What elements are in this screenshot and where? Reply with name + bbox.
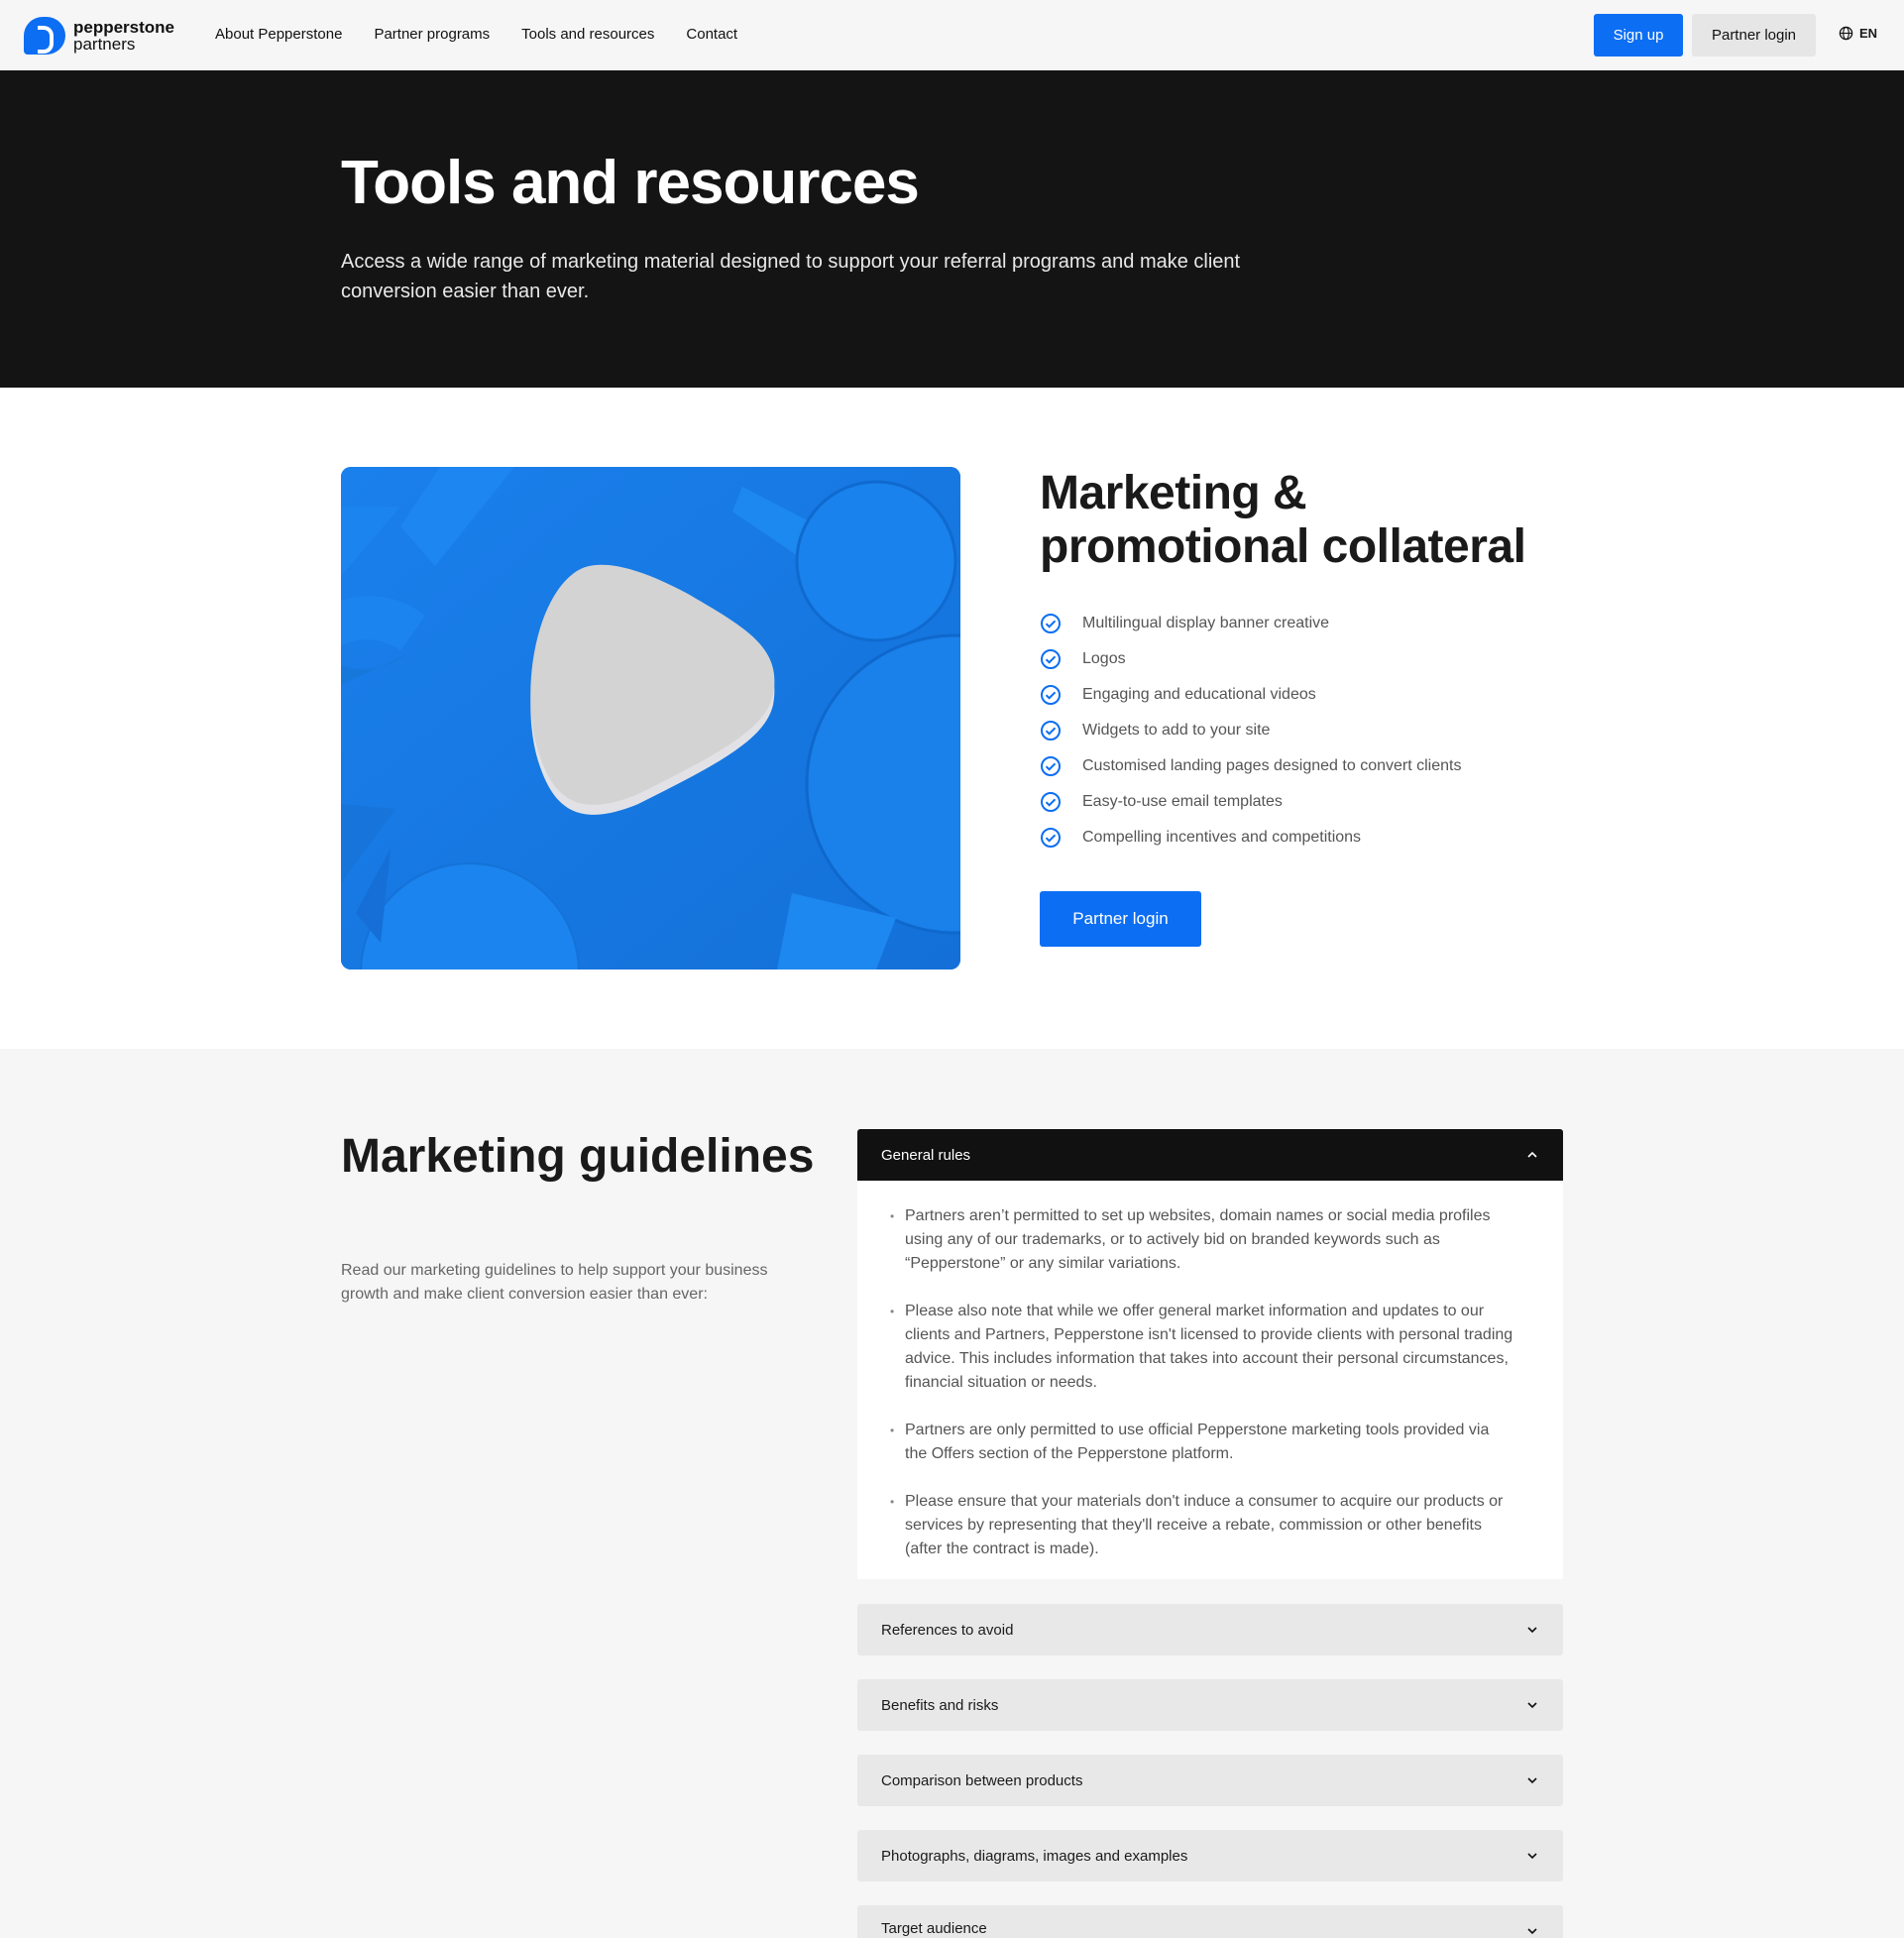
check-circle-icon xyxy=(1041,828,1061,848)
accordion-general-rules-header[interactable]: General rules xyxy=(857,1129,1563,1181)
header-partner-login-button[interactable]: Partner login xyxy=(1692,14,1816,57)
nav-about[interactable]: About Pepperstone xyxy=(215,26,342,43)
hero-description: Access a wide range of marketing materia… xyxy=(341,251,1241,302)
hero-section: Tools and resources Access a wide range … xyxy=(0,70,1904,388)
nav-contact[interactable]: Contact xyxy=(686,26,737,43)
chevron-up-icon xyxy=(1527,1151,1537,1158)
accordion-photographs-diagrams[interactable]: Photographs, diagrams, images and exampl… xyxy=(857,1830,1563,1881)
play-shape-illustration xyxy=(341,467,960,969)
chevron-down-icon xyxy=(1527,1627,1537,1634)
check-circle-icon xyxy=(1041,792,1061,812)
main-nav: About Pepperstone Partner programs Tools… xyxy=(215,26,737,43)
accordion-title: Comparison between products xyxy=(881,1771,1083,1789)
list-item: Widgets to add to your site xyxy=(1040,713,1461,748)
check-circle-icon xyxy=(1041,649,1061,669)
collateral-feature-list: Multilingual display banner creative Log… xyxy=(1040,606,1461,855)
list-item-label: Customised landing pages designed to con… xyxy=(1082,757,1462,774)
list-item: Easy-to-use email templates xyxy=(1040,784,1461,820)
language-selector[interactable]: EN xyxy=(1839,26,1877,41)
accordion-comparison-between-products[interactable]: Comparison between products xyxy=(857,1755,1563,1806)
site-header: pepperstone partners About Pepperstone P… xyxy=(0,0,1904,70)
logo-line2: partners xyxy=(73,35,136,54)
nav-partner-programs[interactable]: Partner programs xyxy=(374,26,490,43)
list-item: Engaging and educational videos xyxy=(1040,677,1461,713)
list-item-label: Easy-to-use email templates xyxy=(1082,793,1283,810)
check-circle-icon xyxy=(1041,721,1061,741)
list-item-label: Widgets to add to your site xyxy=(1082,722,1271,739)
signup-button[interactable]: Sign up xyxy=(1594,14,1683,57)
collateral-image xyxy=(341,467,960,969)
rule-item: Please also note that while we offer gen… xyxy=(890,1300,1515,1395)
guidelines-description: Read our marketing guidelines to help su… xyxy=(341,1262,768,1303)
pepperstone-logo[interactable]: pepperstone partners xyxy=(24,16,182,56)
list-item: Logos xyxy=(1040,641,1461,677)
chevron-down-icon xyxy=(1527,1853,1537,1860)
list-item: Compelling incentives and competitions xyxy=(1040,820,1461,855)
accordion-title: General rules xyxy=(881,1146,971,1164)
globe-icon xyxy=(1839,26,1853,41)
accordion-target-audience[interactable]: Target audience xyxy=(857,1905,1563,1938)
guidelines-title: Marketing guidelines xyxy=(341,1130,815,1183)
rule-item: Partners aren’t permitted to set up webs… xyxy=(890,1204,1515,1276)
list-item-label: Multilingual display banner creative xyxy=(1082,615,1330,631)
accordion-title: Photographs, diagrams, images and exampl… xyxy=(881,1847,1188,1865)
partner-login-button[interactable]: Partner login xyxy=(1040,891,1201,947)
accordion-title: References to avoid xyxy=(881,1621,1014,1639)
page-title: Tools and resources xyxy=(341,149,920,217)
collateral-section: Marketing & promotional collateral Multi… xyxy=(0,388,1904,1049)
rule-item: Please ensure that your materials don't … xyxy=(890,1490,1515,1561)
list-item-label: Compelling incentives and competitions xyxy=(1082,829,1362,846)
language-label: EN xyxy=(1859,26,1878,41)
rule-item: Partners are only permitted to use offic… xyxy=(890,1419,1515,1466)
accordion-benefits-and-risks[interactable]: Benefits and risks xyxy=(857,1679,1563,1731)
list-item-label: Logos xyxy=(1082,650,1126,667)
logo-line1: pepperstone xyxy=(73,18,175,37)
check-circle-icon xyxy=(1041,756,1061,776)
accordion-title: Benefits and risks xyxy=(881,1696,999,1714)
collateral-title: Marketing & promotional collateral xyxy=(1040,467,1526,573)
nav-tools-resources[interactable]: Tools and resources xyxy=(521,26,654,43)
list-item: Multilingual display banner creative xyxy=(1040,606,1461,641)
accordion-general-rules-body: Partners aren’t permitted to set up webs… xyxy=(857,1181,1563,1579)
logo-mark-icon xyxy=(24,17,65,55)
chevron-down-icon xyxy=(1527,1702,1537,1709)
chevron-down-icon xyxy=(1527,1928,1537,1935)
chevron-down-icon xyxy=(1527,1777,1537,1784)
list-item: Customised landing pages designed to con… xyxy=(1040,748,1461,784)
check-circle-icon xyxy=(1041,614,1061,633)
accordion-references-to-avoid[interactable]: References to avoid xyxy=(857,1604,1563,1655)
list-item-label: Engaging and educational videos xyxy=(1082,686,1316,703)
check-circle-icon xyxy=(1041,685,1061,705)
accordion-title: Target audience xyxy=(881,1920,987,1937)
